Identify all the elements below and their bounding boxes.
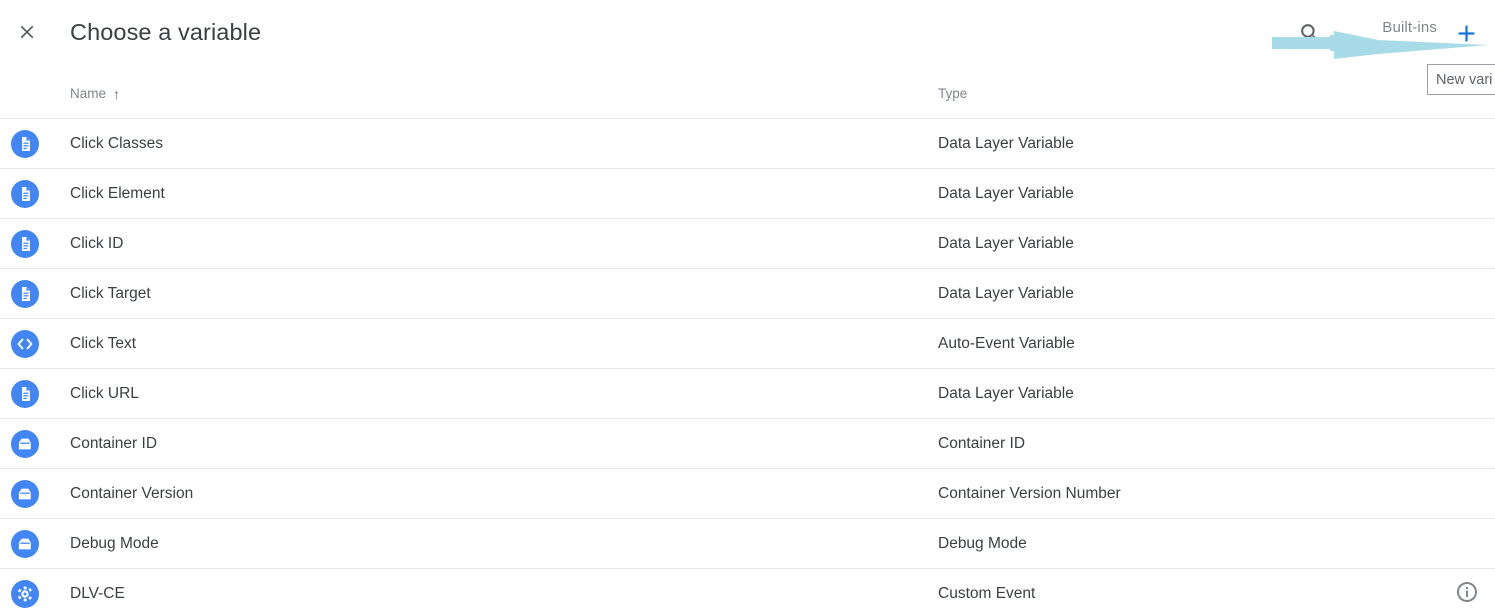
page-title: Choose a variable <box>70 19 262 45</box>
container-icon <box>11 480 39 508</box>
table-row[interactable]: Container ID Container ID <box>0 419 1495 469</box>
variable-name: Click Text <box>70 335 137 352</box>
variable-name: Click Classes <box>70 135 164 152</box>
variable-name: Container ID <box>70 435 158 452</box>
variable-type: Container Version Number <box>938 485 1121 502</box>
data-layer-variable-icon <box>11 180 39 208</box>
add-icon <box>1458 25 1474 41</box>
column-header-name[interactable]: Name ↑ <box>70 86 120 101</box>
data-layer-variable-icon <box>11 280 39 308</box>
data-layer-variable-icon <box>11 180 39 208</box>
variable-list: Click Classes Data Layer Variable Click El… <box>0 119 1495 614</box>
table-row[interactable]: Click Text Auto-Event Variable <box>0 319 1495 369</box>
variable-type: Auto-Event Variable <box>938 335 1075 352</box>
new-variable-tooltip: New vari <box>1427 64 1495 95</box>
variable-name: Container Version <box>70 485 194 502</box>
variable-name: Click Element <box>70 185 165 202</box>
variable-name: Click ID <box>70 235 124 252</box>
variable-name: Click URL <box>70 385 139 402</box>
variable-type: Data Layer Variable <box>938 135 1074 152</box>
variable-type: Data Layer Variable <box>938 235 1074 252</box>
table-row[interactable]: Click Target Data Layer Variable <box>0 269 1495 319</box>
table-row[interactable]: Container Version Container Version Numbe… <box>0 469 1495 519</box>
search-icon <box>1300 23 1319 42</box>
sort-ascending-icon: ↑ <box>113 85 121 102</box>
custom-event-icon <box>11 580 39 608</box>
column-header-type: Type <box>938 86 967 101</box>
info-icon <box>1457 582 1477 602</box>
table-header-row: Name ↑ Type <box>0 79 1495 119</box>
auto-event-variable-icon <box>11 330 39 358</box>
choose-variable-dialog: Choose a variable Built-ins New vari Nam… <box>0 0 1495 614</box>
data-layer-variable-icon <box>11 380 39 408</box>
search-button[interactable] <box>1291 14 1329 52</box>
variable-type: Data Layer Variable <box>938 285 1074 302</box>
container-icon <box>11 430 39 458</box>
table-row[interactable]: Click Classes Data Layer Variable <box>0 119 1495 169</box>
data-layer-variable-icon <box>11 280 39 308</box>
data-layer-variable-icon <box>11 130 39 158</box>
variable-type: Data Layer Variable <box>938 185 1074 202</box>
table-row[interactable]: Click URL Data Layer Variable <box>0 369 1495 419</box>
data-layer-variable-icon <box>11 230 39 258</box>
dialog-header: Choose a variable Built-ins <box>0 0 1495 64</box>
custom-event-icon <box>11 580 39 608</box>
variable-name: Debug Mode <box>70 535 159 552</box>
container-icon <box>11 530 39 558</box>
auto-event-variable-icon <box>11 330 39 358</box>
table-row[interactable]: DLV-CE Custom Event <box>0 569 1495 614</box>
column-header-name-label: Name <box>70 86 107 101</box>
column-header-type-label: Type <box>938 86 968 101</box>
data-layer-variable-icon <box>11 380 39 408</box>
variable-type: Data Layer Variable <box>938 385 1074 402</box>
new-variable-button[interactable] <box>1447 14 1485 52</box>
variable-type: Custom Event <box>938 585 1036 602</box>
container-icon <box>11 530 39 558</box>
close-button[interactable] <box>9 14 45 50</box>
container-icon <box>11 430 39 458</box>
table-row[interactable]: Click Element Data Layer Variable <box>0 169 1495 219</box>
close-icon <box>20 25 34 39</box>
data-layer-variable-icon <box>11 230 39 258</box>
table-row[interactable]: Click ID Data Layer Variable <box>0 219 1495 269</box>
table-row[interactable]: Debug Mode Debug Mode <box>0 519 1495 569</box>
variable-type: Debug Mode <box>938 535 1027 552</box>
data-layer-variable-icon <box>11 130 39 158</box>
container-icon <box>11 480 39 508</box>
info-button[interactable] <box>1449 574 1485 610</box>
variable-name: DLV-CE <box>70 585 125 602</box>
variable-name: Click Target <box>70 285 151 302</box>
builtins-button[interactable]: Built-ins <box>1382 19 1437 36</box>
variable-type: Container ID <box>938 435 1026 452</box>
tooltip-text: New vari <box>1436 71 1493 88</box>
